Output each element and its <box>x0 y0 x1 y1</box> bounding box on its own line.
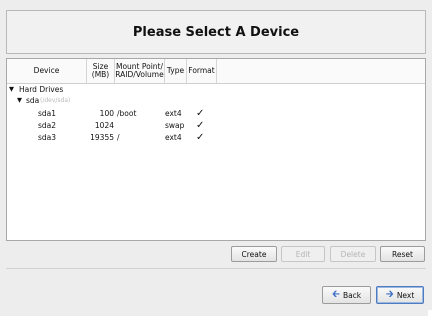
group-label: Hard Drives <box>19 85 64 94</box>
partition-type: ext4 <box>165 109 182 118</box>
create-button-label: Create <box>241 249 267 259</box>
reset-button[interactable]: Reset <box>380 246 425 262</box>
next-button-label: Next <box>396 290 415 300</box>
column-type[interactable]: Type <box>165 59 187 83</box>
partition-mount: /boot <box>117 109 137 118</box>
partition-name: sda3 <box>38 133 57 142</box>
partition-name: sda1 <box>38 109 57 118</box>
device-tree-view[interactable]: Device Size (MB) Mount Point/ RAID/Volum… <box>6 58 426 241</box>
drive-name: sda <box>26 96 40 105</box>
column-mount-point[interactable]: Mount Point/ RAID/Volume <box>115 59 165 83</box>
back-button[interactable]: 🡰 Back <box>322 286 371 304</box>
column-format[interactable]: Format <box>187 59 217 83</box>
right-arrow-icon: 🡲 <box>385 289 394 300</box>
table-row[interactable]: sda2 1024 swap ✓ <box>7 120 425 131</box>
next-button[interactable]: 🡲 Next <box>376 286 424 304</box>
partition-size: 1024 <box>94 121 114 130</box>
partition-size: 100 <box>99 109 114 118</box>
window-corner <box>428 310 432 316</box>
back-button-label: Back <box>342 290 362 300</box>
drive-path: (/dev/sda) <box>40 97 71 104</box>
column-size[interactable]: Size (MB) <box>87 59 115 83</box>
delete-button-label: Delete <box>340 249 366 259</box>
partition-size: 19355 <box>90 133 114 142</box>
left-arrow-icon: 🡰 <box>331 289 340 300</box>
tree-row-hard-drives[interactable]: ▼ Hard Drives <box>7 84 425 95</box>
partition-mount: / <box>117 133 120 142</box>
checkmark-icon[interactable]: ✓ <box>196 132 204 143</box>
create-button[interactable]: Create <box>231 246 277 262</box>
expander-down-icon[interactable]: ▼ <box>17 95 22 106</box>
partition-type: swap <box>165 121 185 130</box>
column-device[interactable]: Device <box>7 59 87 83</box>
reset-button-label: Reset <box>392 249 413 259</box>
page-title: Please Select A Device <box>132 24 300 40</box>
separator <box>6 268 426 269</box>
delete-button[interactable]: Delete <box>330 246 376 262</box>
title-bar: Please Select A Device <box>6 10 426 54</box>
checkmark-icon[interactable]: ✓ <box>196 120 204 131</box>
table-row[interactable]: sda3 19355 / ext4 ✓ <box>7 132 425 143</box>
column-header-row: Device Size (MB) Mount Point/ RAID/Volum… <box>7 59 425 84</box>
expander-down-icon[interactable]: ▼ <box>9 84 14 95</box>
tree-row-sda[interactable]: ▼ sda (/dev/sda) <box>7 95 425 106</box>
checkmark-icon[interactable]: ✓ <box>196 108 204 119</box>
edit-button-label: Edit <box>295 249 311 259</box>
partition-name: sda2 <box>38 121 57 130</box>
table-row[interactable]: sda1 100 /boot ext4 ✓ <box>7 108 425 119</box>
edit-button[interactable]: Edit <box>281 246 325 262</box>
partition-type: ext4 <box>165 133 182 142</box>
